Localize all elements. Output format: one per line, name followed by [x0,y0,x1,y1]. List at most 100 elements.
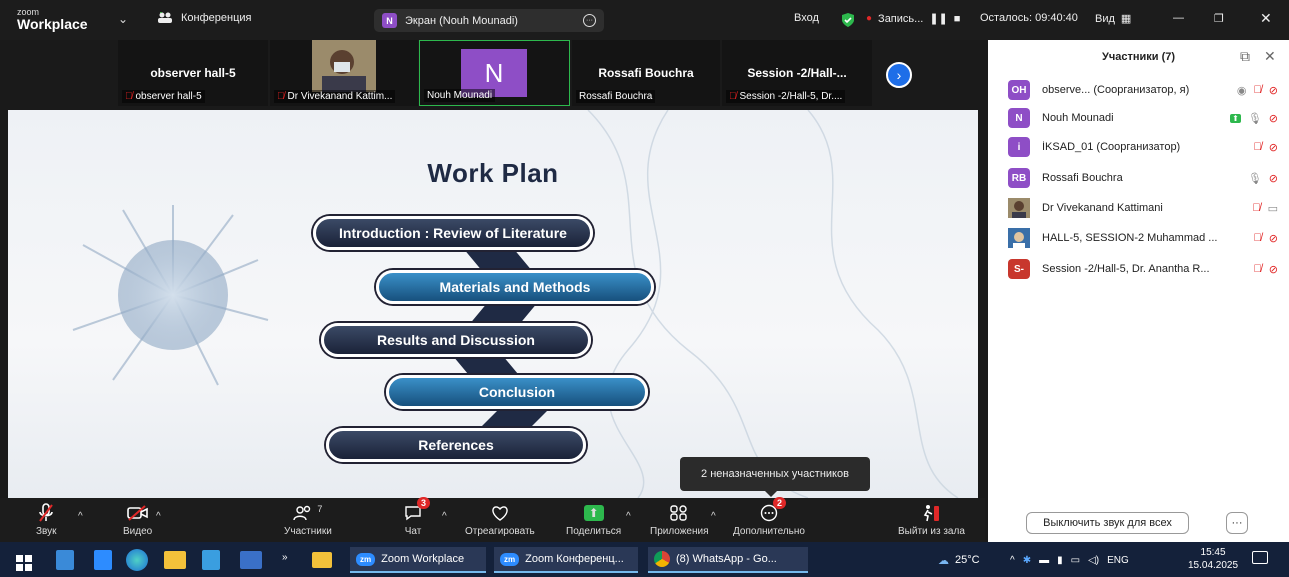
audio-button[interactable]: Звук [36,500,57,537]
avatar: i [1008,137,1030,157]
volume-icon[interactable]: ◁) [1088,555,1099,566]
react-button[interactable]: Отреагировать [465,500,535,537]
next-page-button[interactable]: › [886,62,912,88]
participant-name: Session -2/Hall-5, Dr. Anantha R... [1042,263,1210,275]
camera-off-icon: ⊘ [1268,112,1278,125]
more-button[interactable]: 2 Дополнительно [733,497,805,537]
recording-label: Запись... [878,12,924,25]
video-options-caret[interactable]: ^ [156,511,161,522]
folder-icon[interactable] [158,547,192,573]
video-tile-rossafi[interactable]: Rossafi Bouchra Rossafi Bouchra [572,40,720,106]
overflow-icon[interactable]: » [276,544,294,570]
app-icon[interactable] [88,547,118,573]
chevron-up-icon[interactable]: ^ [1010,555,1015,566]
notification-icon[interactable] [1252,551,1268,564]
app-icon[interactable] [196,547,226,573]
mic-icon: 🎙 [1247,172,1262,185]
pause-icon[interactable]: ❚❚ [929,12,947,25]
windows-start-icon[interactable] [10,550,38,576]
participant-row[interactable]: S- Session -2/Hall-5, Dr. Anantha R... 🎙… [1008,257,1278,281]
participant-row[interactable]: RB Rossafi Bouchra 🎙 ⊘ [1008,166,1278,190]
video-tile-session[interactable]: Session -2/Hall-... 🎙̸ Session -2/Hall-5,… [722,40,872,106]
clock[interactable]: 15:45 15.04.2025 [1188,546,1238,572]
participants-panel: Участники (7) ⧉ ✕ OH observe... (Соорган… [988,40,1289,542]
screen-share-indicator[interactable]: N Экран (Nouh Mounadi) ··· [374,9,604,32]
popout-icon[interactable]: ⧉ [1240,48,1250,65]
participant-row[interactable]: i İKSAD_01 (Соорганизатор) 🎙̸ ⊘ [1008,135,1278,159]
meeting-info[interactable]: Конференция [157,12,251,24]
chat-button[interactable]: 3 Чат [404,497,430,537]
share-options-caret[interactable]: ^ [626,511,631,522]
meeting-toolbar: Звук ^ Видео ^ 7 Участники 3 Чат ^ Отреа… [0,497,985,542]
mic-off-icon: 🎙̸ [1253,84,1262,96]
mic-off-icon: 🎙̸ [1253,232,1262,244]
slide-item-references: References [326,428,586,462]
restore-icon[interactable]: ❐ [1214,12,1224,25]
chat-icon: 3 [404,497,430,526]
grid-icon: ▦ [1120,13,1132,25]
avatar: S- [1008,259,1030,279]
video-tile-nouh[interactable]: N Nouh Mounadi [419,40,570,106]
share-avatar: N [382,13,397,28]
app-icon[interactable] [306,547,338,573]
view-menu[interactable]: Вид ▦ [1095,12,1132,26]
record-dot-icon: ● [866,13,873,24]
zoom-logo: zoom Workplace [17,6,88,31]
signin-link[interactable]: Вход [794,12,819,24]
panel-more-button[interactable]: ··· [1226,512,1248,534]
usb-icon[interactable]: ▮ [1057,555,1063,566]
network-icon[interactable]: ▬ [1039,555,1049,566]
more-icon: 2 [760,497,786,526]
minimize-icon[interactable]: — [1173,12,1184,24]
apps-options-caret[interactable]: ^ [711,511,716,522]
display-icon[interactable]: ▭ [1071,555,1080,566]
stop-icon[interactable]: ■ [954,13,961,25]
recycle-bin-icon[interactable] [50,547,80,573]
participants-button[interactable]: 7 Участники [284,500,332,537]
mute-all-button[interactable]: Выключить звук для всех [1026,512,1189,534]
video-tile-observer[interactable]: observer hall-5 🎙̸ observer hall-5 [118,40,268,106]
recording-status[interactable]: ● Запись... ❚❚ ■ [866,12,961,26]
audio-label: Звук [36,526,57,537]
leave-button[interactable]: Выйти из зала [898,500,965,537]
title-bar: zoom Workplace ⌄ Конференция N Экран (No… [0,0,1289,40]
video-tile-vivekanand[interactable]: 🎙̸ Dr Vivekanand Kattim... [270,40,418,106]
participants-label: Участники [284,526,332,537]
language-indicator[interactable]: ENG [1107,555,1129,566]
participant-row[interactable]: HALL-5, SESSION-2 Muhammad ... 🎙̸ ⊘ [1008,226,1278,250]
bluetooth-icon[interactable]: ✱ [1023,555,1031,566]
zoom-icon: zm [356,552,376,566]
video-label: Видео [123,526,153,537]
video-button[interactable]: Видео [123,500,152,537]
apps-button[interactable]: Приложения [650,500,709,537]
apps-icon [670,500,688,526]
participant-row[interactable]: OH observe... (Соорганизатор, я) ◉ 🎙̸ ⊘ [1008,78,1278,102]
sharing-icon: ⬆ [1230,113,1241,123]
chat-options-caret[interactable]: ^ [442,511,447,522]
participant-name: observe... (Соорганизатор, я) [1042,84,1190,96]
share-button[interactable]: ⬆ Поделиться [566,500,621,537]
participant-name: İKSAD_01 (Соорганизатор) [1042,141,1181,153]
participant-row[interactable]: Dr Vivekanand Kattimani 🎙̸ ▭ [1008,196,1278,220]
mic-icon: 🎙 [1247,112,1262,125]
app-icon[interactable] [234,547,268,573]
share-label: Экран (Nouh Mounadi) [405,14,518,27]
mic-off-icon: 🎙̸ [125,91,133,102]
taskbar-zoom-meeting[interactable]: zm Zoom Конференц... [494,547,638,573]
slide-item-materials: Materials and Methods [376,270,654,304]
participant-row[interactable]: N Nouh Mounadi ⬆ 🎙 ⊘ [1008,106,1278,130]
taskbar-zoom-workplace[interactable]: zm Zoom Workplace [350,547,486,573]
shield-icon[interactable] [840,12,856,28]
audio-options-caret[interactable]: ^ [78,511,83,522]
view-options-icon[interactable]: ··· [583,14,596,27]
close-icon[interactable]: ✕ [1260,10,1272,27]
edge-icon[interactable] [120,547,154,573]
camera-off-icon: ⊘ [1268,172,1278,185]
weather-widget[interactable]: ☁ 25°C [932,547,986,573]
participant-name: Rossafi Bouchra [1042,172,1123,184]
system-tray[interactable]: ^ ✱ ▬ ▮ ▭ ◁) ENG [1004,547,1135,573]
share-label: Поделиться [566,526,622,537]
chevron-down-icon[interactable]: ⌄ [118,12,128,26]
taskbar-whatsapp-chrome[interactable]: (8) WhatsApp - Go... [648,547,808,573]
close-panel-icon[interactable]: ✕ [1264,48,1276,65]
